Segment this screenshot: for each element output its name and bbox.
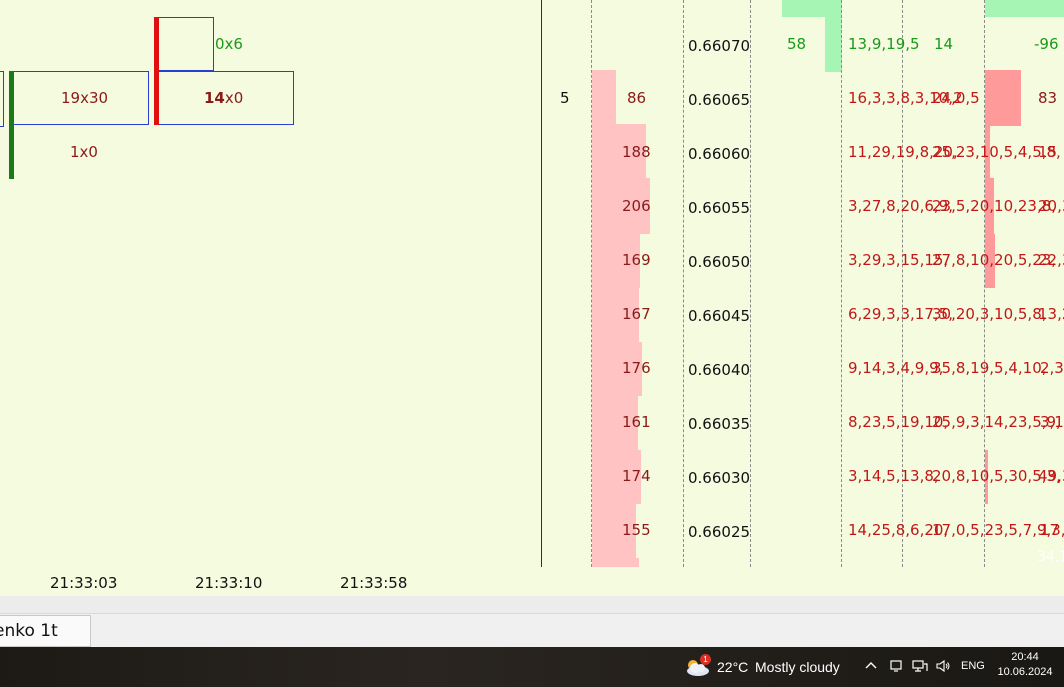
box-1-label: 0x6 xyxy=(215,35,243,53)
delta-cell: 2,3 xyxy=(1040,359,1064,377)
ask-volume-bar xyxy=(985,0,1064,17)
weather-widget[interactable]: 1 22°C Mostly cloudy xyxy=(682,653,847,681)
corner-label: 34,1 xyxy=(1037,549,1064,565)
price-cell: 0.66045 xyxy=(688,307,751,325)
footprint-box-1[interactable] xyxy=(158,17,214,71)
box-3-label-rest: x0 xyxy=(224,89,244,107)
price-cell: 0.66055 xyxy=(688,199,751,217)
time-label: 21:33:10 xyxy=(195,574,263,592)
delta-cell: 49,3 xyxy=(1038,467,1064,485)
delta-cell: 22,3 xyxy=(1038,251,1064,269)
trades-detail-cell: 3,14,5,13,8, xyxy=(848,467,939,485)
price-cell: 0.66060 xyxy=(688,145,751,163)
clock[interactable]: 20:44 10.06.2024 xyxy=(992,650,1058,680)
price-cell: 0.66035 xyxy=(688,415,751,433)
weather-badge: 1 xyxy=(700,654,711,665)
time-label: 21:33:58 xyxy=(340,574,408,592)
taskbar: 1 22°C Mostly cloudy ENG 20:44 10.06.202… xyxy=(0,647,1064,687)
volume-cell: 176 xyxy=(622,359,651,377)
trades-detail-cell-2: 35,8,19,5,4,10, xyxy=(932,359,1047,377)
column-divider xyxy=(683,0,684,567)
box-2-label: 19x30 xyxy=(61,89,109,107)
volume-cell: 174 xyxy=(622,467,651,485)
volume-cell: 86 xyxy=(627,89,647,107)
clock-time: 20:44 xyxy=(1011,651,1039,663)
ask-cell: 58 xyxy=(787,35,807,53)
count-cell: 14 xyxy=(934,35,954,53)
column-divider xyxy=(841,0,842,567)
tab-label: enko 1t #1 xyxy=(0,621,58,641)
price-cell: 0.66065 xyxy=(688,91,751,109)
column-divider xyxy=(750,0,751,567)
delta-bar xyxy=(985,70,1021,126)
ask-volume-bar xyxy=(825,17,842,72)
footprint-chart[interactable]: 0x6 19x30 14x0 1x0 xyxy=(0,0,542,567)
down-marker xyxy=(154,17,159,71)
bid-volume-bar xyxy=(592,70,616,124)
trades-detail-cell: 13,9,19,5 xyxy=(848,35,920,53)
time-label: 21:33:03 xyxy=(50,574,118,592)
trades-detail-cell-2: 24,0,5 xyxy=(932,89,980,107)
temperature: 22°C xyxy=(717,659,749,675)
delta-cell: 13,2 xyxy=(1038,305,1064,323)
ask-volume-bar xyxy=(782,0,842,17)
delta-cell: -96 xyxy=(1034,35,1059,53)
price-cell: 0.66030 xyxy=(688,469,751,487)
up-marker xyxy=(9,71,14,179)
volume-cell: 167 xyxy=(622,305,651,323)
volume-icon[interactable] xyxy=(935,659,951,673)
trades-detail-cell: 9,14,3,4,9,9, xyxy=(848,359,944,377)
box-3-label-bold: 14 xyxy=(204,89,225,107)
delta-cell: 17 xyxy=(1040,521,1060,539)
volume-cell: 155 xyxy=(622,521,651,539)
down-marker xyxy=(154,71,159,125)
tab-bar xyxy=(0,613,1064,648)
network-icon[interactable] xyxy=(912,659,928,673)
box-3-label: 14x0 xyxy=(204,89,243,107)
weather-text: Mostly cloudy xyxy=(755,659,840,675)
box-4-label: 1x0 xyxy=(70,143,98,161)
delta-cell: 20,3 xyxy=(1038,197,1064,215)
price-cell: 0.66040 xyxy=(688,361,751,379)
language-indicator[interactable]: ENG xyxy=(961,660,985,672)
tab-chart[interactable]: enko 1t #1 xyxy=(0,615,91,647)
partial-box-left xyxy=(0,71,4,127)
price-cell: 0.66050 xyxy=(688,253,751,271)
trades-detail-cell-2: 30,20,3,10,5,8, xyxy=(932,305,1047,323)
price-cell: 0.66025 xyxy=(688,523,751,541)
volume-cell: 161 xyxy=(622,413,651,431)
clock-date: 10.06.2024 xyxy=(997,666,1053,678)
volume-cell: 169 xyxy=(622,251,651,269)
price-cell: 0.66070 xyxy=(688,37,751,55)
volume-cell: 206 xyxy=(622,197,651,215)
horizontal-scroll-area[interactable] xyxy=(0,596,1064,613)
column-divider xyxy=(591,0,592,567)
chevron-up-icon[interactable] xyxy=(864,659,878,673)
side-value: 5 xyxy=(560,89,570,107)
delta-cell: 15 xyxy=(1038,143,1058,161)
volume-cell: 188 xyxy=(622,143,651,161)
bid-volume-bar xyxy=(592,558,639,567)
device-icon[interactable] xyxy=(889,659,903,673)
delta-cell: 83 xyxy=(1038,89,1058,107)
delta-cell: 3,1 xyxy=(1040,413,1064,431)
